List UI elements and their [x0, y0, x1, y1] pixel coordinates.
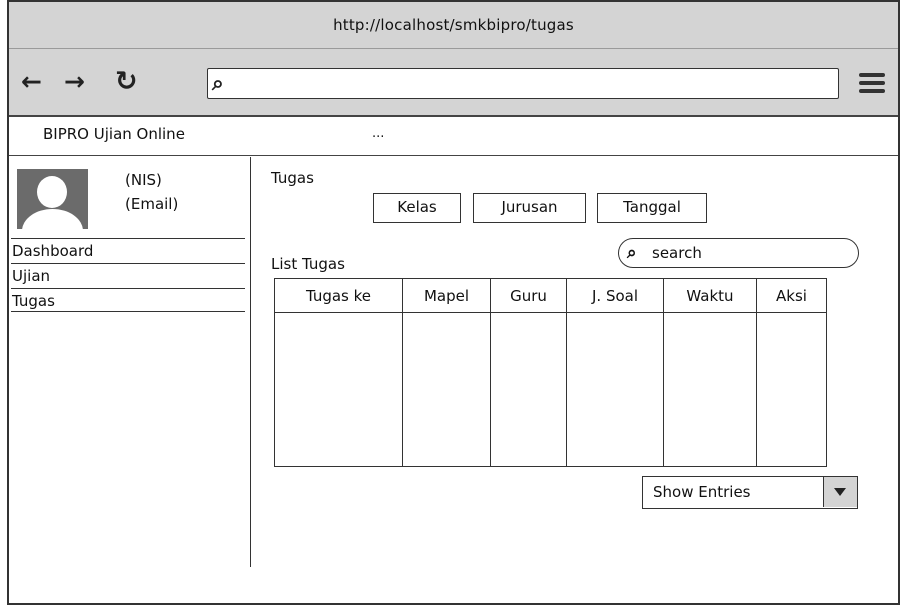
show-entries-select[interactable]: Show Entries [642, 476, 858, 509]
address-bar[interactable]: ⌕ [207, 68, 839, 99]
column-header-tugas-ke[interactable]: Tugas ke [274, 278, 403, 313]
table-cell [274, 312, 403, 467]
column-header-j-soal[interactable]: J. Soal [566, 278, 664, 313]
table-cell [402, 312, 491, 467]
sidebar-item-label: Ujian [12, 267, 51, 285]
list-title: List Tugas [271, 255, 345, 273]
app-title: BIPRO Ujian Online [43, 125, 185, 143]
hamburger-menu-icon[interactable] [859, 73, 885, 97]
profile-nis: (NIS) [125, 171, 162, 189]
dropdown-button[interactable] [823, 477, 857, 507]
header-ellipsis: ... [372, 126, 385, 141]
show-entries-label: Show Entries [653, 483, 751, 501]
table-header-row: Tugas ke Mapel Guru J. Soal Waktu Aksi [274, 278, 827, 313]
sidebar-item-tugas[interactable]: Tugas [11, 288, 245, 312]
reload-icon[interactable]: ↻ [115, 67, 138, 97]
app-header: BIPRO Ujian Online ... [9, 117, 898, 156]
column-header-aksi[interactable]: Aksi [756, 278, 827, 313]
search-input[interactable]: search [652, 243, 702, 263]
filter-tanggal-button[interactable]: Tanggal [597, 193, 707, 223]
filter-jurusan-button[interactable]: Jurusan [473, 193, 586, 223]
avatar-head-shape [37, 176, 67, 208]
column-header-waktu[interactable]: Waktu [663, 278, 757, 313]
browser-title-bar: http://localhost/smkbipro/tugas [9, 2, 898, 49]
sidebar-item-ujian[interactable]: Ujian [11, 263, 245, 287]
sidebar-item-dashboard[interactable]: Dashboard [11, 238, 245, 262]
search-box[interactable]: ⌕ search [618, 238, 859, 268]
tugas-table: Tugas ke Mapel Guru J. Soal Waktu Aksi [274, 278, 827, 467]
table-cell [663, 312, 757, 467]
browser-window: http://localhost/smkbipro/tugas ← → ↻ ⌕ … [7, 0, 900, 605]
avatar [17, 169, 88, 229]
browser-toolbar: ← → ↻ ⌕ [9, 49, 898, 117]
forward-arrow-icon[interactable]: → [64, 67, 85, 97]
profile-email: (Email) [125, 195, 179, 213]
table-cell [756, 312, 827, 467]
table-body-empty [274, 312, 827, 467]
column-header-mapel[interactable]: Mapel [402, 278, 491, 313]
page-url-title: http://localhost/smkbipro/tugas [333, 16, 574, 34]
sidebar-item-label: Tugas [12, 292, 55, 310]
column-header-guru[interactable]: Guru [490, 278, 567, 313]
table-cell [490, 312, 567, 467]
back-arrow-icon[interactable]: ← [21, 67, 42, 97]
chevron-down-icon [834, 488, 846, 496]
search-icon: ⌕ [212, 71, 224, 95]
avatar-shoulders-shape [22, 209, 83, 229]
search-icon: ⌕ [627, 243, 637, 263]
sidebar: (NIS) (Email) Dashboard Ujian Tugas [9, 157, 251, 567]
page-title: Tugas [271, 169, 314, 187]
sidebar-item-label: Dashboard [12, 242, 94, 260]
filter-kelas-button[interactable]: Kelas [373, 193, 461, 223]
table-cell [566, 312, 664, 467]
